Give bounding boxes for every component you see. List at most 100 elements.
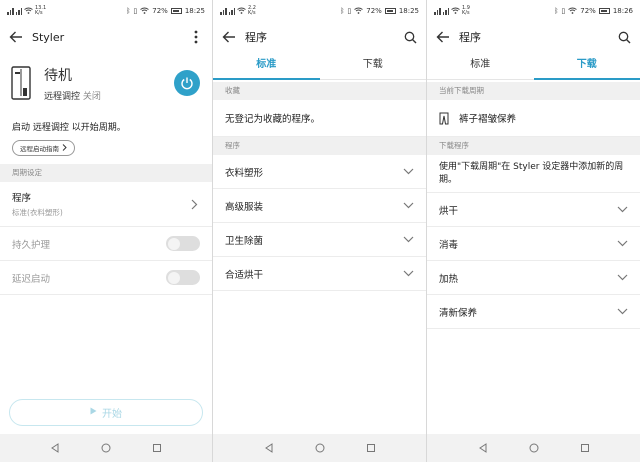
program-item-label: 高级服装: [225, 201, 264, 213]
download-note: 使用"下载周期"在 Styler 设定器中添加新的周期。: [427, 155, 640, 193]
start-label: 开始: [102, 409, 122, 420]
styler-home-screen: 13.1 K/s ᛒ ▯ 72% 18:25 Styler 待机 远程调控 关闭…: [0, 0, 213, 462]
tab-standard[interactable]: 标准: [427, 52, 534, 79]
nav-recents-icon[interactable]: [578, 441, 592, 455]
favorites-header: 收藏: [213, 82, 426, 100]
styler-device-icon: [10, 66, 32, 100]
back-arrow-icon[interactable]: [221, 29, 237, 45]
signal-icon: [15, 7, 22, 15]
chevron-down-icon: [616, 272, 628, 284]
start-button[interactable]: 开始: [9, 399, 203, 426]
battery-percent: 72%: [580, 7, 596, 15]
signal-icon: [434, 7, 441, 15]
battery-percent: 72%: [152, 7, 168, 15]
network-speed: 13.1 K/s: [35, 5, 47, 16]
system-nav-bar: [0, 434, 212, 462]
signal-icon: [228, 7, 235, 15]
delay-start-toggle[interactable]: [166, 270, 200, 285]
nav-home-icon[interactable]: [99, 441, 113, 455]
program-item[interactable]: 衣料塑形: [213, 155, 426, 189]
nav-back-icon[interactable]: [262, 441, 276, 455]
extended-care-toggle[interactable]: [166, 236, 200, 251]
remote-label: 远程调控: [44, 91, 81, 102]
download-program-item[interactable]: 加热: [427, 261, 640, 295]
chevron-down-icon: [616, 306, 628, 318]
chevron-down-icon: [402, 200, 414, 212]
program-item[interactable]: 合适烘干: [213, 257, 426, 291]
bluetooth-icon: ᛒ: [554, 7, 559, 15]
signal-icon: [442, 7, 449, 15]
more-vert-icon[interactable]: [188, 29, 204, 45]
power-button[interactable]: [174, 70, 200, 96]
clock: 18:26: [612, 7, 633, 15]
nav-recents-icon[interactable]: [364, 441, 378, 455]
extended-care-row: 持久护理: [0, 227, 212, 261]
status-bar: 2.2 K/s ᛒ ▯ 72% 18:25: [213, 0, 426, 22]
nav-back-icon[interactable]: [48, 441, 62, 455]
wifi-icon: [237, 7, 246, 16]
status-bar: 1.9 K/s ᛒ ▯ 72% 18:26: [427, 0, 640, 22]
system-nav-bar: [213, 434, 426, 462]
wifi-status-icon: [354, 7, 364, 16]
tab-download[interactable]: 下载: [320, 52, 427, 79]
nav-back-icon[interactable]: [476, 441, 490, 455]
back-arrow-icon[interactable]: [8, 29, 24, 45]
clock: 18:25: [398, 7, 419, 15]
current-download-header: 当前下载周期: [427, 82, 640, 100]
app-bar: 程序: [427, 22, 640, 52]
chevron-down-icon: [402, 268, 414, 280]
tab-standard[interactable]: 标准: [213, 52, 320, 80]
delay-start-label: 延迟启动: [12, 273, 51, 285]
app-bar: Styler: [0, 22, 212, 52]
download-program-label: 消毒: [439, 239, 459, 251]
program-item[interactable]: 卫生除菌: [213, 223, 426, 257]
search-icon[interactable]: [616, 29, 632, 45]
pants-icon: [439, 112, 449, 125]
nav-home-icon[interactable]: [527, 441, 541, 455]
bluetooth-icon: ᛒ: [126, 7, 131, 15]
cycle-settings-header: 周期设定: [0, 164, 212, 182]
program-row[interactable]: 程序 标准(衣料塑形): [0, 182, 212, 227]
chevron-down-icon: [616, 204, 628, 216]
program-item[interactable]: 高级服装: [213, 189, 426, 223]
program-download-screen: 1.9 K/s ᛒ ▯ 72% 18:26 程序 标准 下载 当前下载周期 裤子…: [427, 0, 640, 462]
program-tabs: 标准 下载: [213, 52, 426, 80]
remote-start-guide-button[interactable]: 远程启动指南: [12, 140, 75, 156]
download-program-item[interactable]: 清新保养: [427, 295, 640, 329]
power-icon: [181, 77, 193, 90]
back-arrow-icon[interactable]: [435, 29, 451, 45]
program-item-label: 衣料塑形: [225, 167, 264, 179]
network-speed: 1.9 K/s: [462, 5, 470, 16]
play-icon: [90, 407, 97, 418]
download-program-label: 清新保养: [439, 307, 478, 319]
download-program-label: 加热: [439, 273, 459, 285]
wifi-icon: [451, 7, 460, 16]
wifi-icon: [24, 7, 33, 16]
nav-home-icon[interactable]: [313, 441, 327, 455]
program-standard-screen: 2.2 K/s ᛒ ▯ 72% 18:25 程序 标准 下载 收藏 无登记为收藏…: [213, 0, 427, 462]
nav-recents-icon[interactable]: [150, 441, 164, 455]
device-status-card: 待机 远程调控 关闭: [0, 52, 212, 114]
download-program-item[interactable]: 烘干: [427, 193, 640, 227]
network-speed: 2.2 K/s: [248, 5, 256, 16]
vibrate-icon: ▯: [133, 7, 138, 15]
clock: 18:25: [184, 7, 205, 15]
vibrate-icon: ▯: [347, 7, 352, 15]
signal-icon: [220, 7, 227, 15]
download-program-item[interactable]: 消毒: [427, 227, 640, 261]
guide-button-label: 远程启动指南: [20, 145, 59, 153]
battery-icon: [384, 8, 396, 14]
delay-start-row: 延迟启动: [0, 261, 212, 295]
battery-icon: [170, 8, 182, 14]
page-title: 程序: [245, 31, 267, 44]
chevron-down-icon: [616, 238, 628, 250]
program-value: 标准(衣料塑形): [12, 208, 63, 217]
signal-icon: [7, 7, 14, 15]
download-program-label: 烘干: [439, 205, 459, 217]
extended-care-label: 持久护理: [12, 239, 51, 251]
search-icon[interactable]: [402, 29, 418, 45]
tab-download[interactable]: 下载: [533, 52, 640, 80]
bluetooth-icon: ᛒ: [340, 7, 345, 15]
current-download-item[interactable]: 裤子褶皱保养: [427, 100, 640, 137]
app-bar: 程序: [213, 22, 426, 52]
